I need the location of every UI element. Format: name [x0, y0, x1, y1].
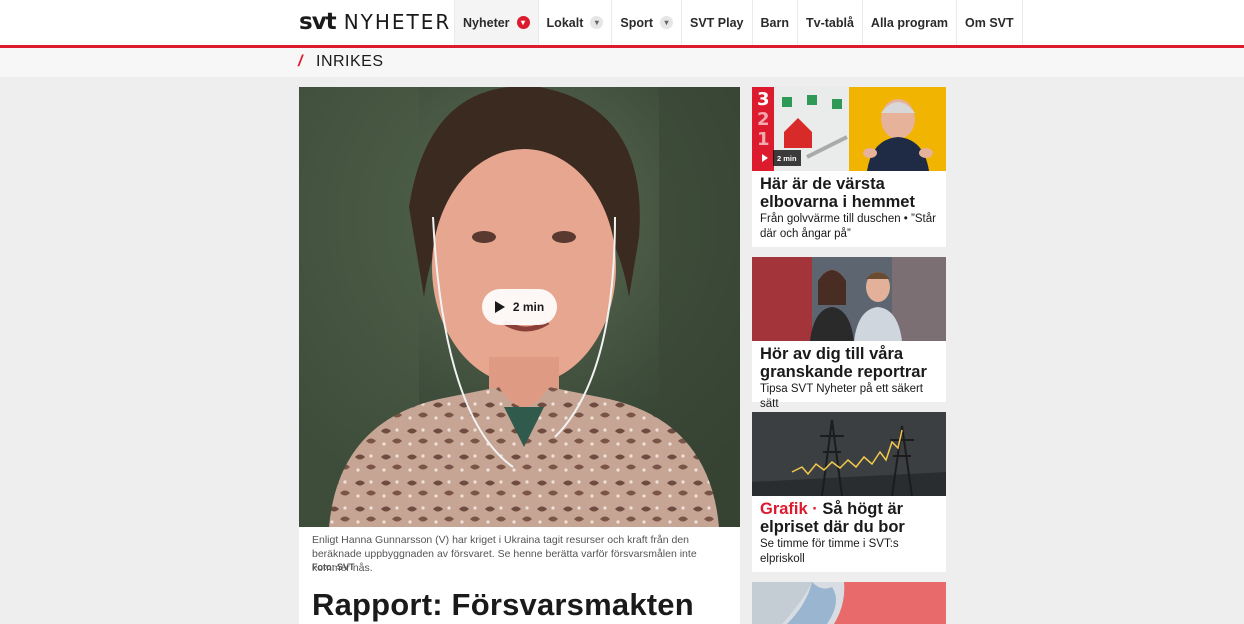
play-button[interactable]: 2 min [482, 289, 557, 325]
nav-item-nyheter[interactable]: Nyheter ▾ [454, 0, 538, 45]
nav-item-alla-program[interactable]: Alla program [861, 0, 956, 45]
nav-label: Nyheter [463, 15, 510, 30]
news-card-elbovar[interactable]: 3 2 1 2 min Här är de värsta elbovarna i… [752, 87, 946, 247]
badge-duration: 2 min [777, 153, 797, 163]
site-header: svt NYHETER Nyheter ▾ Lokalt ▾ Sport ▾ S… [0, 0, 1244, 48]
logo-nyheter-text: NYHETER [343, 10, 452, 34]
card-text: Se timme för timme i SVT:s elpriskoll [760, 538, 899, 565]
play-icon [757, 150, 773, 166]
card-title: Hör av dig till våra granskande reportra… [760, 345, 927, 381]
card-label-grafik: Grafik · [760, 500, 818, 518]
nav-label: Barn [760, 15, 789, 30]
section-slash: / [298, 53, 303, 70]
nav-label: Sport [620, 15, 653, 30]
news-card-elpris[interactable]: Grafik · Så högt är elpriset där du bor … [752, 412, 946, 572]
main-article: 2 min Enligt Hanna Gunnarsson (V) har kr… [299, 87, 740, 624]
article-headline: Rapport: Försvarsmakten [312, 587, 694, 622]
card-image [752, 412, 946, 496]
nav-label: Lokalt [546, 15, 584, 30]
card-text: Från golvvärme till duschen • ”Står där … [760, 213, 936, 240]
nav-label: Alla program [870, 15, 949, 30]
logo-svt-text: svt [299, 9, 337, 35]
elpris-thumbnail-image [752, 412, 946, 496]
nav-item-om-svt[interactable]: Om SVT [956, 0, 1023, 45]
nav-item-tv-tabla[interactable]: Tv-tablå [796, 0, 862, 45]
video-player[interactable]: 2 min [299, 87, 740, 527]
section-bar: / INRIKES [0, 48, 1244, 77]
card-title: Här är de värsta elbovarna i hemmet [760, 175, 915, 211]
chevron-down-icon[interactable]: ▾ [590, 16, 604, 29]
card-image: 3 2 1 2 min [752, 87, 946, 171]
map-thumbnail-image [752, 582, 946, 624]
news-card-map[interactable] [752, 582, 946, 624]
nav-item-barn[interactable]: Barn [751, 0, 797, 45]
nav-item-sport[interactable]: Sport ▾ [611, 0, 681, 45]
video-badge: 2 min [757, 150, 801, 166]
nav-label: SVT Play [690, 15, 744, 30]
image-caption: Enligt Hanna Gunnarsson (V) har kriget i… [312, 534, 697, 574]
section-title[interactable]: INRIKES [316, 53, 384, 71]
nav-label: Om SVT [965, 15, 1014, 30]
card-image [752, 257, 946, 341]
nav-label: Tv-tablå [805, 15, 854, 30]
news-card-tips[interactable]: Hör av dig till våra granskande reportra… [752, 257, 946, 410]
play-icon [494, 301, 505, 313]
card-text: Tipsa SVT Nyheter på ett säkert sätt [760, 383, 923, 410]
chevron-down-icon[interactable]: ▾ [660, 16, 673, 29]
reporters-thumbnail-image [752, 257, 946, 341]
svt-nyheter-logo[interactable]: svt NYHETER [299, 9, 452, 35]
nav-item-lokalt[interactable]: Lokalt ▾ [537, 0, 612, 45]
photo-credit: Foto: SVT [312, 562, 355, 572]
svg-text:1: 1 [757, 129, 770, 150]
svg-text:3: 3 [757, 89, 770, 110]
video-duration: 2 min [512, 300, 545, 314]
svg-text:2: 2 [757, 109, 770, 130]
nav-item-svt-play[interactable]: SVT Play [681, 0, 752, 45]
main-nav: Nyheter ▾ Lokalt ▾ Sport ▾ SVT Play Barn… [454, 0, 1023, 45]
chevron-down-icon[interactable]: ▾ [516, 16, 530, 29]
card-title: Grafik · Så högt är elpriset där du bor [760, 500, 940, 536]
